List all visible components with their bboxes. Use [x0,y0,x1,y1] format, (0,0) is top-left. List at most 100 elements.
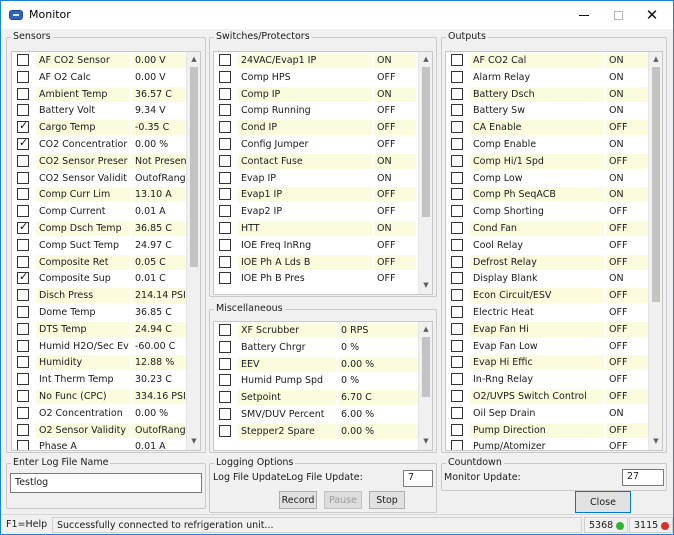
list-item[interactable]: No Func (CPC) 334.16 PSI [12,388,200,405]
list-item[interactable]: Ambient Temp 36.57 C [12,86,200,103]
list-item[interactable]: Comp Low ON [446,170,662,187]
row-checkbox[interactable] [451,423,463,436]
row-checkbox[interactable] [219,188,231,201]
row-checkbox[interactable] [17,238,29,251]
scroll-down-icon[interactable]: ▼ [187,434,200,448]
row-checkbox[interactable] [17,136,29,150]
list-item[interactable]: In-Rng Relay OFF [446,371,662,388]
row-checkbox[interactable] [17,270,29,285]
stop-button[interactable]: Stop [369,491,405,509]
scroll-down-icon[interactable]: ▼ [649,434,662,448]
list-item[interactable]: O2 Sensor Validity OutofRang [12,422,200,439]
row-checkbox[interactable] [17,373,29,386]
row-checkbox[interactable] [451,356,463,369]
row-checkbox[interactable] [17,440,29,450]
list-item[interactable]: CO2 Sensor Validit OutofRang [12,170,200,187]
list-item[interactable]: Dome Temp 36.85 C [12,304,200,321]
list-item[interactable]: CO2 Concentratior 0.00 % [12,136,200,153]
row-checkbox[interactable] [451,104,463,117]
list-item[interactable]: O2/UVPS Switch Control OFF [446,388,662,405]
list-item[interactable]: Comp HPS OFF [214,69,432,86]
list-item[interactable]: Contact Fuse ON [214,153,432,170]
list-item[interactable]: Comp Ph SeqACB ON [446,186,662,203]
list-item[interactable]: Humid Pump Spd 0 % [214,372,432,389]
row-checkbox[interactable] [219,255,231,268]
row-checkbox[interactable] [219,138,231,150]
row-checkbox[interactable] [17,255,29,268]
scroll-thumb[interactable] [422,337,430,397]
row-checkbox[interactable] [17,423,29,436]
list-item[interactable]: Electric Heat OFF [446,304,662,321]
row-checkbox[interactable] [219,391,231,404]
scroll-down-icon[interactable]: ▼ [419,434,432,448]
row-checkbox[interactable] [17,119,29,134]
list-item[interactable]: Defrost Relay OFF [446,254,662,271]
log-update-input[interactable]: 7 [403,470,433,487]
list-item[interactable]: EEV 0.00 % [214,356,432,373]
row-checkbox[interactable] [219,272,231,285]
row-checkbox[interactable] [17,339,29,352]
row-checkbox[interactable] [17,54,29,66]
log-file-input[interactable]: Testlog [10,473,202,493]
list-item[interactable]: IOE Freq InRng OFF [214,237,432,254]
list-item[interactable]: AF CO2 Sensor 0.00 V [12,52,200,69]
list-item[interactable]: Int Therm Temp 30.23 C [12,371,200,388]
row-checkbox[interactable] [451,373,463,386]
list-item[interactable]: Battery Chrgr 0 % [214,339,432,356]
row-checkbox[interactable] [17,306,29,318]
list-item[interactable]: Cargo Temp-0.35 C [12,119,200,136]
row-checkbox[interactable] [451,121,463,134]
list-item[interactable]: Comp Running OFF [214,102,432,119]
row-checkbox[interactable] [219,104,231,117]
list-item[interactable]: Comp IP ON [214,86,432,103]
list-item[interactable]: AF CO2 Cal ON [446,52,662,69]
list-item[interactable]: 24VAC/Evap1 IP ON [214,52,432,69]
list-item[interactable]: Evap2 IP OFF [214,203,432,220]
row-checkbox[interactable] [451,54,463,66]
row-checkbox[interactable] [451,406,463,419]
row-checkbox[interactable] [219,171,231,184]
row-checkbox[interactable] [219,70,231,83]
pause-button[interactable]: Pause [324,491,362,509]
row-checkbox[interactable] [451,238,463,251]
list-item[interactable]: Comp Curr Lim 13.10 A [12,186,200,203]
list-item[interactable]: Cool Relay OFF [446,237,662,254]
row-checkbox[interactable] [451,87,463,100]
row-checkbox[interactable] [451,289,463,302]
row-checkbox[interactable] [451,222,463,234]
row-checkbox[interactable] [17,188,29,201]
list-item[interactable]: Oil Sep Drain ON [446,405,662,422]
row-checkbox[interactable] [219,87,231,100]
scroll-up-icon[interactable]: ▲ [187,52,200,66]
row-checkbox[interactable] [17,154,29,167]
list-item[interactable]: Cond Fan OFF [446,220,662,237]
row-checkbox[interactable] [219,408,231,420]
row-checkbox[interactable] [451,322,463,335]
list-item[interactable]: Evap1 IP OFF [214,186,432,203]
list-item[interactable]: XF Scrubber 0 RPS [214,322,432,339]
list-item[interactable]: IOE Ph B Pres OFF [214,270,432,287]
row-checkbox[interactable] [219,374,231,387]
list-item[interactable]: Evap Fan Hi OFF [446,321,662,338]
scroll-up-icon[interactable]: ▲ [649,52,662,66]
list-item[interactable]: Evap Hi Effic OFF [446,354,662,371]
row-checkbox[interactable] [451,440,463,450]
row-checkbox[interactable] [219,205,231,218]
list-item[interactable]: CA Enable OFF [446,119,662,136]
row-checkbox[interactable] [451,138,463,150]
row-checkbox[interactable] [451,306,463,318]
list-item[interactable]: Phase A 0.01 A [12,438,200,450]
scroll-thumb[interactable] [190,67,198,267]
scroll-thumb[interactable] [422,67,430,217]
vertical-scrollbar[interactable]: ▲ ▼ [418,322,432,450]
row-checkbox[interactable] [219,54,231,66]
row-checkbox[interactable] [17,87,29,100]
row-checkbox[interactable] [17,171,29,184]
list-item[interactable]: Config Jumper OFF [214,136,432,153]
list-item[interactable]: Comp Hi/1 Spd OFF [446,153,662,170]
row-checkbox[interactable] [451,390,463,402]
row-checkbox[interactable] [219,154,231,167]
scroll-down-icon[interactable]: ▼ [419,278,432,292]
row-checkbox[interactable] [451,188,463,201]
list-item[interactable]: Comp Current 0.01 A [12,203,200,220]
